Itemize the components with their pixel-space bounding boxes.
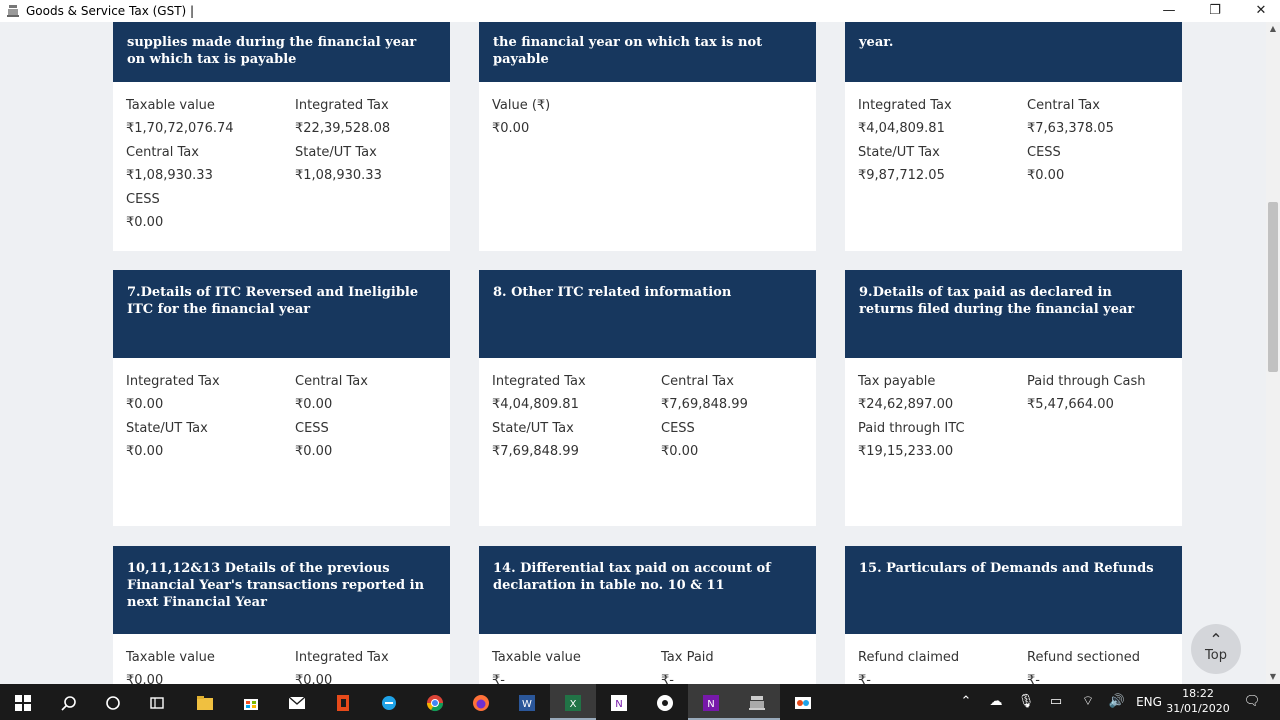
svg-text:N: N [615, 699, 622, 710]
task-view-icon[interactable] [134, 684, 180, 720]
field-integrated-tax: Integrated Tax ₹4,04,809.81 [492, 374, 586, 412]
windows-start-icon[interactable] [0, 684, 46, 720]
window-title-bar: Goods & Service Tax (GST) | — ❐ ✕ [0, 0, 1280, 22]
field-integrated-tax: Integrated Tax ₹0.00 [126, 374, 220, 412]
scroll-up-icon[interactable]: ▲ [1266, 22, 1280, 36]
windows-taskbar: W X N N ⌃ ☁ 🎙 ▭ ⌔ 🔊 ENG 18:22 31/01/2020… [0, 684, 1280, 720]
field-central-tax: Central Tax ₹1,08,930.33 [126, 145, 213, 183]
card-title: 10,11,12&13 Details of the previous Fina… [113, 546, 450, 634]
word-icon[interactable]: W [504, 684, 550, 720]
chrome-icon[interactable] [412, 684, 458, 720]
field-refund-claimed: Refund claimed ₹- [858, 650, 960, 684]
field-integrated-tax: Integrated Tax ₹4,04,809.81 [858, 98, 952, 136]
file-explorer-icon[interactable] [182, 684, 228, 720]
mail-icon[interactable] [274, 684, 320, 720]
card-title: the financial year on which tax is not p… [479, 22, 816, 82]
card-title: supplies made during the financial year … [113, 22, 450, 82]
field-paid-through-cash: Paid through Cash ₹5,47,664.00 [1027, 374, 1146, 412]
field-central-tax: Central Tax ₹0.00 [295, 374, 368, 412]
card-title: 15. Particulars of Demands and Refunds [845, 546, 1182, 634]
input-language-indicator[interactable]: ENG [1134, 684, 1164, 720]
field-state-ut-tax: State/UT Tax ₹1,08,930.33 [295, 145, 382, 183]
back-to-top-label: Top [1205, 648, 1227, 663]
cortana-icon[interactable] [90, 684, 136, 720]
minimize-button[interactable]: — [1146, 0, 1192, 22]
field-cess: CESS ₹0.00 [661, 421, 699, 459]
card-supplies-tax-payable: supplies made during the financial year … [113, 22, 450, 251]
field-state-ut-tax: State/UT Tax ₹9,87,712.05 [858, 145, 945, 183]
card-differential-tax: 14. Differential tax paid on account of … [479, 546, 816, 684]
card-previous-fy-transactions: 10,11,12&13 Details of the previous Fina… [113, 546, 450, 684]
card-tax-paid: 9.Details of tax paid as declared in ret… [845, 270, 1182, 526]
gst-emblem-icon [6, 4, 20, 18]
field-central-tax: Central Tax ₹7,63,378.05 [1027, 98, 1114, 136]
field-refund-sectioned: Refund sectioned ₹- [1027, 650, 1140, 684]
chevron-up-icon: ⌃ [1209, 630, 1223, 649]
onenote-app-icon[interactable]: N [688, 684, 734, 720]
search-icon[interactable] [46, 684, 92, 720]
field-taxable-value: Taxable value ₹0.00 [126, 650, 215, 684]
wifi-icon[interactable]: ⌔ [1078, 684, 1098, 720]
battery-icon[interactable]: ▭ [1046, 684, 1066, 720]
svg-text:W: W [522, 699, 532, 710]
field-paid-through-itc: Paid through ITC ₹19,15,233.00 [858, 421, 965, 459]
office-icon[interactable] [320, 684, 366, 720]
card-itc-reversed: 7.Details of ITC Reversed and Ineligible… [113, 270, 450, 526]
onenote-icon[interactable]: N [596, 684, 642, 720]
card-itc-availed: year. Integrated Tax ₹4,04,809.81 Central… [845, 22, 1182, 251]
firefox-icon[interactable] [458, 684, 504, 720]
volume-icon[interactable]: 🔊 [1106, 684, 1128, 720]
field-taxable-value: Taxable value ₹- [492, 650, 581, 684]
page-content: supplies made during the financial year … [0, 22, 1266, 684]
field-cess: CESS ₹0.00 [295, 421, 333, 459]
field-value: Value (₹) ₹0.00 [492, 98, 551, 136]
svg-text:X: X [570, 699, 577, 710]
card-title: 9.Details of tax paid as declared in ret… [845, 270, 1182, 358]
clock-date: 31/01/2020 [1166, 702, 1230, 715]
action-center-notification-icon[interactable]: 🗨 [1238, 684, 1266, 720]
scrollbar-thumb[interactable] [1268, 202, 1278, 372]
system-clock[interactable]: 18:22 31/01/2020 [1166, 686, 1230, 716]
card-demands-refunds: 15. Particulars of Demands and Refunds R… [845, 546, 1182, 684]
field-central-tax: Central Tax ₹7,69,848.99 [661, 374, 748, 412]
card-title: 14. Differential tax paid on account of … [479, 546, 816, 634]
card-supplies-tax-not-payable: the financial year on which tax is not p… [479, 22, 816, 251]
card-title: 8. Other ITC related information [479, 270, 816, 358]
field-tax-paid: Tax Paid ₹- [661, 650, 714, 684]
onedrive-icon[interactable]: ☁ [986, 684, 1006, 720]
excel-icon[interactable]: X [550, 684, 596, 720]
field-state-ut-tax: State/UT Tax ₹0.00 [126, 421, 208, 459]
gst-portal-icon[interactable] [734, 684, 780, 720]
field-integrated-tax: Integrated Tax ₹0.00 [295, 650, 389, 684]
scroll-down-icon[interactable]: ▼ [1266, 670, 1280, 684]
field-cess: CESS ₹0.00 [1027, 145, 1065, 183]
store-icon[interactable] [228, 684, 274, 720]
paint-icon[interactable] [780, 684, 826, 720]
close-button[interactable]: ✕ [1238, 0, 1280, 22]
field-integrated-tax: Integrated Tax ₹22,39,528.08 [295, 98, 391, 136]
maximize-button[interactable]: ❐ [1192, 0, 1238, 22]
card-other-itc: 8. Other ITC related information Integra… [479, 270, 816, 526]
field-cess: CESS ₹0.00 [126, 192, 164, 230]
window-title: Goods & Service Tax (GST) | [26, 4, 195, 18]
photos-icon[interactable] [642, 684, 688, 720]
vertical-scrollbar[interactable]: ▲ ▼ [1266, 22, 1280, 684]
clock-time: 18:22 [1182, 687, 1214, 700]
back-to-top-button[interactable]: ⌃ Top [1191, 624, 1241, 674]
card-title: 7.Details of ITC Reversed and Ineligible… [113, 270, 450, 358]
field-state-ut-tax: State/UT Tax ₹7,69,848.99 [492, 421, 579, 459]
field-tax-payable: Tax payable ₹24,62,897.00 [858, 374, 954, 412]
card-title: year. [845, 22, 1182, 82]
field-taxable-value: Taxable value ₹1,70,72,076.74 [126, 98, 234, 136]
internet-explorer-icon[interactable] [366, 684, 412, 720]
svg-text:N: N [707, 699, 714, 710]
microphone-icon[interactable]: 🎙 [1016, 684, 1036, 720]
show-hidden-icons-chevron-icon[interactable]: ⌃ [958, 684, 974, 720]
